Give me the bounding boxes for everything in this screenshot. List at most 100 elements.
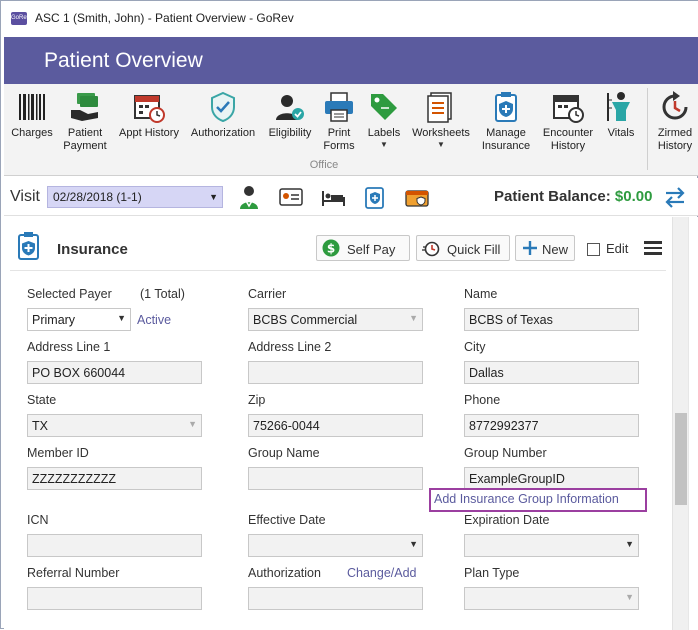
icn-label: ICN [27, 513, 49, 527]
zip-value: 75266-0044 [253, 419, 320, 433]
labels-label: Labels [367, 127, 401, 139]
phone-field[interactable]: 8772992377 [464, 414, 639, 437]
quick-fill-button[interactable]: Quick Fill [416, 235, 510, 261]
appt-history-label: Appt History [119, 127, 179, 139]
zirmed-history-button[interactable]: Zirmed History [652, 88, 698, 160]
group-name-label: Group Name [248, 446, 320, 460]
visit-select[interactable]: 02/28/2018 (1-1) ▼ [47, 186, 223, 208]
payer-select-value: Primary [32, 313, 76, 327]
manage-insurance-label: Manage Insurance [481, 127, 531, 152]
authorization-field[interactable] [248, 587, 423, 610]
authorization-label: Authorization [190, 127, 256, 139]
doctor-icon[interactable] [236, 184, 262, 210]
title-bar: GoRev ASC 1 (Smith, John) - Patient Over… [1, 1, 698, 37]
plan-type-select[interactable]: ▼ [464, 587, 639, 610]
new-button[interactable]: New [515, 235, 575, 261]
effective-date-label: Effective Date [248, 513, 326, 527]
manage-insurance-button[interactable]: Manage Insurance [476, 88, 536, 160]
gorev-app-icon: GoRev [11, 12, 30, 25]
vitals-button[interactable]: Vitals [600, 88, 642, 160]
effective-date-select[interactable]: ▼ [248, 534, 423, 557]
group-name-field[interactable] [248, 467, 423, 490]
vertical-scrollbar[interactable] [672, 217, 688, 630]
patient-balance-label: Patient Balance: [494, 188, 611, 205]
quick-fill-label: Quick Fill [447, 242, 501, 257]
plus-icon [523, 241, 537, 255]
authorization-button[interactable]: Authorization [187, 88, 259, 160]
member-id-value: ZZZZZZZZZZZ [32, 472, 116, 486]
city-field[interactable]: Dallas [464, 361, 639, 384]
patient-payment-label: Patient Payment [63, 127, 107, 152]
address1-field[interactable]: PO BOX 660044 [27, 361, 202, 384]
chevron-down-icon: ▼ [117, 313, 126, 323]
chevron-down-icon: ▼ [625, 539, 634, 549]
payer-status: Active [137, 313, 172, 327]
ribbon-group-label: Office [309, 159, 339, 171]
payer-select[interactable]: Primary ▼ [27, 308, 131, 331]
history-refresh-icon [662, 91, 688, 120]
visit-select-value: 02/28/2018 (1-1) [53, 190, 142, 204]
insurance-clipboard-icon [495, 92, 517, 122]
hamburger-menu-icon[interactable] [644, 241, 662, 255]
print-forms-label: Print Forms [323, 127, 355, 152]
authorization-change-add-link[interactable]: Change/Add [347, 566, 417, 580]
member-id-field[interactable]: ZZZZZZZZZZZ [27, 467, 202, 490]
print-forms-button[interactable]: Print Forms [318, 88, 360, 160]
self-pay-button[interactable]: $ Self Pay [316, 235, 410, 261]
id-card-icon[interactable] [278, 184, 304, 210]
calendar-history-icon [553, 95, 584, 123]
self-pay-label: Self Pay [347, 242, 396, 257]
selected-payer-label: Selected Payer [27, 287, 112, 301]
vitals-label: Vitals [607, 127, 635, 139]
expiration-date-select[interactable]: ▼ [464, 534, 639, 557]
referral-number-field[interactable] [27, 587, 202, 610]
insurance-icon[interactable] [362, 184, 388, 210]
stopwatch-icon [422, 241, 440, 257]
window-title: ASC 1 (Smith, John) - Patient Overview -… [35, 11, 294, 25]
hospital-bed-icon[interactable] [320, 184, 346, 210]
labels-button[interactable]: Labels ▼ [362, 88, 406, 160]
address1-label: Address Line 1 [27, 340, 111, 354]
appt-history-button[interactable]: Appt History [116, 88, 182, 160]
encounter-history-button[interactable]: Encounter History [538, 88, 598, 160]
zip-field[interactable]: 75266-0044 [248, 414, 423, 437]
edit-checkbox[interactable] [587, 243, 600, 256]
plan-type-label: Plan Type [464, 566, 520, 580]
state-select[interactable]: TX ▼ [27, 414, 202, 437]
svg-text:$: $ [327, 242, 335, 256]
page-title: Patient Overview [44, 49, 203, 72]
eligibility-button[interactable]: Eligibility [264, 88, 316, 160]
authorization-label: Authorization [248, 566, 321, 580]
worksheets-dropdown-icon: ▼ [437, 140, 445, 149]
patient-payment-button[interactable]: Patient Payment [60, 88, 110, 160]
vitals-person-icon [607, 92, 630, 121]
state-label: State [27, 393, 57, 407]
eligibility-label: Eligibility [268, 127, 312, 139]
patient-balance: Patient Balance: $0.00 [494, 188, 652, 205]
insurance-clipboard-icon [18, 232, 39, 260]
printer-icon [325, 92, 353, 122]
scrollbar-thumb[interactable] [675, 413, 687, 505]
charges-button[interactable]: Charges [6, 88, 58, 160]
add-insurance-group-link[interactable]: Add Insurance Group Information [434, 492, 619, 506]
address1-value: PO BOX 660044 [32, 366, 126, 380]
referral-number-label: Referral Number [27, 566, 120, 580]
wallet-shield-icon[interactable] [404, 184, 430, 210]
name-value: BCBS of Texas [469, 313, 553, 327]
icn-field[interactable] [27, 534, 202, 557]
chevron-down-icon: ▼ [409, 539, 418, 549]
group-number-field[interactable]: ExampleGroupID [464, 467, 639, 490]
state-value: TX [32, 419, 48, 433]
carrier-label: Carrier [248, 287, 287, 301]
tag-icon [371, 94, 397, 120]
shield-check-icon [211, 91, 235, 123]
labels-dropdown-icon: ▼ [380, 140, 388, 149]
carrier-select[interactable]: BCBS Commercial ▼ [248, 308, 423, 331]
swap-arrows-icon[interactable] [662, 184, 688, 210]
right-edge-panel [688, 217, 698, 630]
address2-field[interactable] [248, 361, 423, 384]
name-field[interactable]: BCBS of Texas [464, 308, 639, 331]
city-value: Dallas [469, 366, 504, 380]
worksheets-button[interactable]: Worksheets ▼ [408, 88, 474, 160]
insurance-panel: Insurance $ Self Pay Quick Fill New Edit… [4, 217, 672, 630]
